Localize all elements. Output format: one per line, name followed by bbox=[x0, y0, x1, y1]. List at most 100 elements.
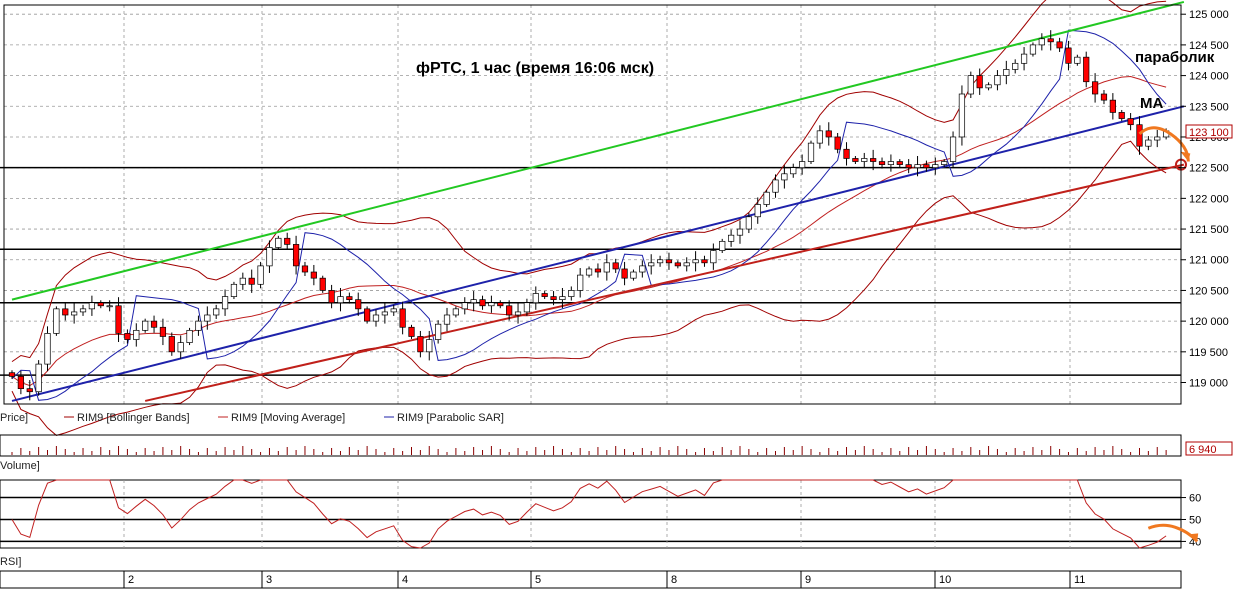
price-tick-label-1: 119 500 bbox=[1189, 347, 1228, 359]
candle-body-0 bbox=[8, 372, 16, 377]
candle-body-44 bbox=[399, 308, 406, 328]
legend-sar: RIM9 [Parabolic SAR] bbox=[397, 412, 504, 424]
volume-panel-frame bbox=[0, 434, 1182, 457]
candle-body-1 bbox=[17, 376, 24, 390]
candle-body-21 bbox=[195, 320, 202, 331]
x-tick-label-7: 11 bbox=[1074, 574, 1085, 586]
candle-body-25 bbox=[230, 283, 238, 297]
moving-average-line bbox=[11, 75, 1167, 387]
bollinger-upper bbox=[11, 0, 1167, 363]
x-axis: 2 3 4 5 8 9 10 11 bbox=[0, 570, 1182, 589]
candle-body-59 bbox=[532, 293, 539, 304]
legend-ma: RIM9 [Moving Average] bbox=[231, 412, 345, 424]
candle-body-89 bbox=[799, 161, 806, 169]
candle-body-30 bbox=[275, 237, 282, 248]
candle-body-40 bbox=[364, 308, 371, 322]
candle-body-6 bbox=[62, 308, 69, 316]
price-tick-label-3: 120 500 bbox=[1189, 285, 1229, 297]
candle-body-107 bbox=[958, 93, 966, 138]
candle-body-74 bbox=[665, 259, 673, 264]
candle-body-23 bbox=[213, 308, 220, 316]
price-tick-label-5: 121 500 bbox=[1189, 224, 1229, 236]
candle-body-53 bbox=[479, 299, 486, 307]
candle-body-51 bbox=[461, 302, 468, 310]
candle-body-46 bbox=[417, 336, 424, 353]
legend-rsi: RSI] bbox=[0, 556, 21, 568]
candle-body-43 bbox=[390, 308, 397, 313]
chart-title: фРТС, 1 час (время 16:06 мск) bbox=[416, 60, 654, 77]
candle-body-9 bbox=[88, 302, 96, 310]
candle-body-99 bbox=[887, 161, 895, 165]
candle-body-37 bbox=[337, 296, 344, 304]
candle-body-75 bbox=[674, 262, 681, 267]
candle-body-129 bbox=[1154, 136, 1161, 141]
candle-body-122 bbox=[1091, 81, 1099, 95]
rsi-panel-frame bbox=[0, 479, 1182, 549]
price-tick-label-4: 121 000 bbox=[1189, 255, 1229, 267]
candle-body-47 bbox=[426, 339, 433, 353]
parabolic-sar bbox=[11, 29, 1167, 401]
candle-body-105 bbox=[941, 161, 948, 165]
candle-body-17 bbox=[159, 326, 167, 337]
candle-body-19 bbox=[177, 342, 184, 353]
candle-body-80 bbox=[719, 240, 726, 251]
candle-body-91 bbox=[816, 130, 823, 144]
candle-body-22 bbox=[204, 314, 211, 322]
price-tick-label-6: 122 000 bbox=[1189, 193, 1229, 205]
price-tick-label-7: 122 500 bbox=[1189, 163, 1229, 175]
candle-body-119 bbox=[1065, 47, 1072, 64]
candle-body-98 bbox=[878, 161, 886, 165]
candle-body-100 bbox=[896, 161, 903, 165]
candle-body-121 bbox=[1083, 56, 1090, 83]
candle-body-127 bbox=[1136, 124, 1143, 147]
candle-body-115 bbox=[1029, 44, 1037, 55]
candle-body-11 bbox=[106, 305, 113, 308]
candle-body-68 bbox=[612, 262, 619, 270]
x-tick-label-5: 9 bbox=[805, 574, 811, 586]
candle-body-62 bbox=[559, 296, 566, 300]
candle-body-3 bbox=[35, 363, 42, 393]
candle-body-88 bbox=[790, 167, 797, 175]
candle-body-33 bbox=[301, 265, 309, 273]
candle-body-95 bbox=[852, 158, 859, 162]
rsi-line bbox=[11, 479, 1167, 549]
candle-body-15 bbox=[142, 320, 149, 331]
candle-body-101 bbox=[905, 164, 912, 169]
candle-body-66 bbox=[594, 268, 602, 273]
candle-body-128 bbox=[1145, 139, 1152, 147]
candle-body-58 bbox=[523, 302, 531, 313]
candle-body-103 bbox=[923, 164, 930, 169]
candle-body-36 bbox=[328, 290, 335, 304]
price-readout: 123 100 bbox=[1189, 127, 1229, 139]
candle-body-108 bbox=[967, 75, 974, 95]
x-tick-label-0: 2 bbox=[128, 574, 134, 586]
candle-body-12 bbox=[115, 305, 122, 334]
candle-body-49 bbox=[443, 314, 451, 325]
candle-body-82 bbox=[736, 228, 744, 236]
candle-body-92 bbox=[825, 130, 832, 138]
x-tick-label-2: 4 bbox=[402, 574, 408, 586]
candle-body-57 bbox=[514, 311, 522, 316]
candle-body-113 bbox=[1012, 62, 1019, 70]
candle-body-73 bbox=[656, 259, 664, 264]
rsi-tick-label-1: 50 bbox=[1189, 514, 1201, 526]
candle-body-10 bbox=[97, 302, 104, 307]
parabolic-annotation: параболик bbox=[1135, 49, 1215, 66]
candle-body-117 bbox=[1047, 38, 1054, 43]
candle-body-106 bbox=[949, 136, 957, 162]
candle-body-31 bbox=[284, 237, 291, 245]
candle-body-41 bbox=[372, 314, 380, 322]
legend-bollinger: RIM9 [Bollinger Bands] bbox=[77, 412, 190, 424]
candle-body-5 bbox=[53, 308, 60, 334]
candle-body-16 bbox=[150, 320, 158, 328]
candle-body-20 bbox=[186, 329, 193, 343]
candle-body-13 bbox=[124, 333, 131, 340]
chart: 119 000 119 500 120 000 120 500 121 000 121 5… bbox=[0, 0, 1233, 589]
legend-price: Price] bbox=[0, 412, 28, 424]
candle-body-83 bbox=[745, 216, 752, 230]
x-tick-label-4: 8 bbox=[671, 574, 677, 586]
candle-body-114 bbox=[1020, 53, 1028, 64]
candle-body-112 bbox=[1003, 69, 1010, 76]
candle-body-84 bbox=[754, 204, 761, 218]
candle-body-45 bbox=[408, 326, 415, 337]
